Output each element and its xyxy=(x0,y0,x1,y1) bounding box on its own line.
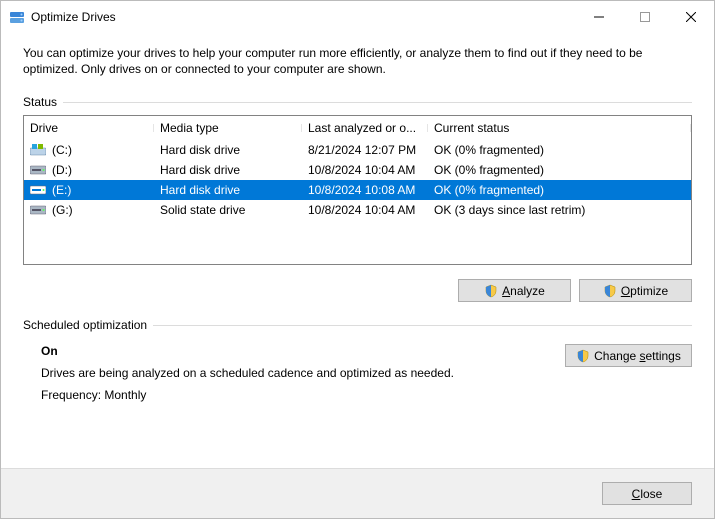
divider xyxy=(63,102,692,103)
table-row[interactable]: (C:) Hard disk drive8/21/2024 12:07 PMOK … xyxy=(24,140,691,160)
drive-cell: (D:) xyxy=(24,163,154,177)
date-cell: 10/8/2024 10:04 AM xyxy=(302,203,428,217)
drive-name: (E:) xyxy=(52,183,71,197)
analyze-button[interactable]: Analyze xyxy=(458,279,571,302)
col-drive-header[interactable]: Drive xyxy=(24,121,154,135)
analyze-label: Analyze xyxy=(502,284,545,298)
media-cell: Hard disk drive xyxy=(154,143,302,157)
optimize-button[interactable]: Optimize xyxy=(579,279,692,302)
drive-name: (C:) xyxy=(52,143,72,157)
drive-cell: (G:) xyxy=(24,203,154,217)
media-cell: Hard disk drive xyxy=(154,183,302,197)
close-label: Close xyxy=(632,487,663,501)
table-header: Drive Media type Last analyzed or o... C… xyxy=(24,116,691,140)
shield-icon xyxy=(603,284,617,298)
col-date-header[interactable]: Last analyzed or o... xyxy=(302,121,428,135)
sched-heading-row: Scheduled optimization xyxy=(23,318,692,332)
change-settings-label: Change settings xyxy=(594,349,681,363)
status-cell: OK (0% fragmented) xyxy=(428,183,691,197)
drive-icon xyxy=(30,144,46,156)
col-media-header[interactable]: Media type xyxy=(154,121,302,135)
shield-icon xyxy=(576,349,590,363)
media-cell: Solid state drive xyxy=(154,203,302,217)
titlebar: Optimize Drives xyxy=(1,1,714,33)
intro-text: You can optimize your drives to help you… xyxy=(23,45,692,77)
sched-on: On xyxy=(41,344,565,358)
shield-icon xyxy=(484,284,498,298)
sched-body: On Drives are being analyzed on a schedu… xyxy=(23,338,692,410)
drive-icon xyxy=(30,184,46,196)
optimize-label: Optimize xyxy=(621,284,668,298)
drive-cell: (E:) xyxy=(24,183,154,197)
date-cell: 10/8/2024 10:08 AM xyxy=(302,183,428,197)
drive-icon xyxy=(30,204,46,216)
app-icon xyxy=(9,9,25,25)
close-button[interactable] xyxy=(668,1,714,33)
drive-name: (G:) xyxy=(52,203,73,217)
sched-desc: Drives are being analyzed on a scheduled… xyxy=(41,366,565,380)
divider xyxy=(153,325,692,326)
sched-actions: Change settings xyxy=(565,344,692,410)
table-actions: Analyze Optimize xyxy=(23,279,692,302)
table-row[interactable]: (E:) Hard disk drive10/8/2024 10:08 AMOK … xyxy=(24,180,691,200)
date-cell: 8/21/2024 12:07 PM xyxy=(302,143,428,157)
status-cell: OK (0% fragmented) xyxy=(428,143,691,157)
sched-text: On Drives are being analyzed on a schedu… xyxy=(41,344,565,410)
status-cell: OK (0% fragmented) xyxy=(428,163,691,177)
drive-name: (D:) xyxy=(52,163,72,177)
table-body: (C:)Hard disk drive8/21/2024 12:07 PMOK … xyxy=(24,140,691,220)
status-label: Status xyxy=(23,95,57,109)
status-cell: OK (3 days since last retrim) xyxy=(428,203,691,217)
date-cell: 10/8/2024 10:04 AM xyxy=(302,163,428,177)
sched-freq: Frequency: Monthly xyxy=(41,388,565,402)
change-settings-button[interactable]: Change settings xyxy=(565,344,692,367)
media-cell: Hard disk drive xyxy=(154,163,302,177)
sched-label: Scheduled optimization xyxy=(23,318,147,332)
window-controls xyxy=(576,1,714,33)
table-row[interactable]: (G:) Solid state drive10/8/2024 10:04 AMO… xyxy=(24,200,691,220)
window-title: Optimize Drives xyxy=(31,10,116,24)
maximize-button xyxy=(622,1,668,33)
minimize-button[interactable] xyxy=(576,1,622,33)
drive-cell: (C:) xyxy=(24,143,154,157)
status-heading-row: Status xyxy=(23,95,692,109)
drive-table[interactable]: Drive Media type Last analyzed or o... C… xyxy=(23,115,692,265)
col-status-header[interactable]: Current status xyxy=(428,121,691,135)
footer: Close xyxy=(1,468,714,518)
content-area: You can optimize your drives to help you… xyxy=(1,33,714,468)
table-row[interactable]: (D:) Hard disk drive10/8/2024 10:04 AMOK … xyxy=(24,160,691,180)
close-dialog-button[interactable]: Close xyxy=(602,482,692,505)
drive-icon xyxy=(30,164,46,176)
